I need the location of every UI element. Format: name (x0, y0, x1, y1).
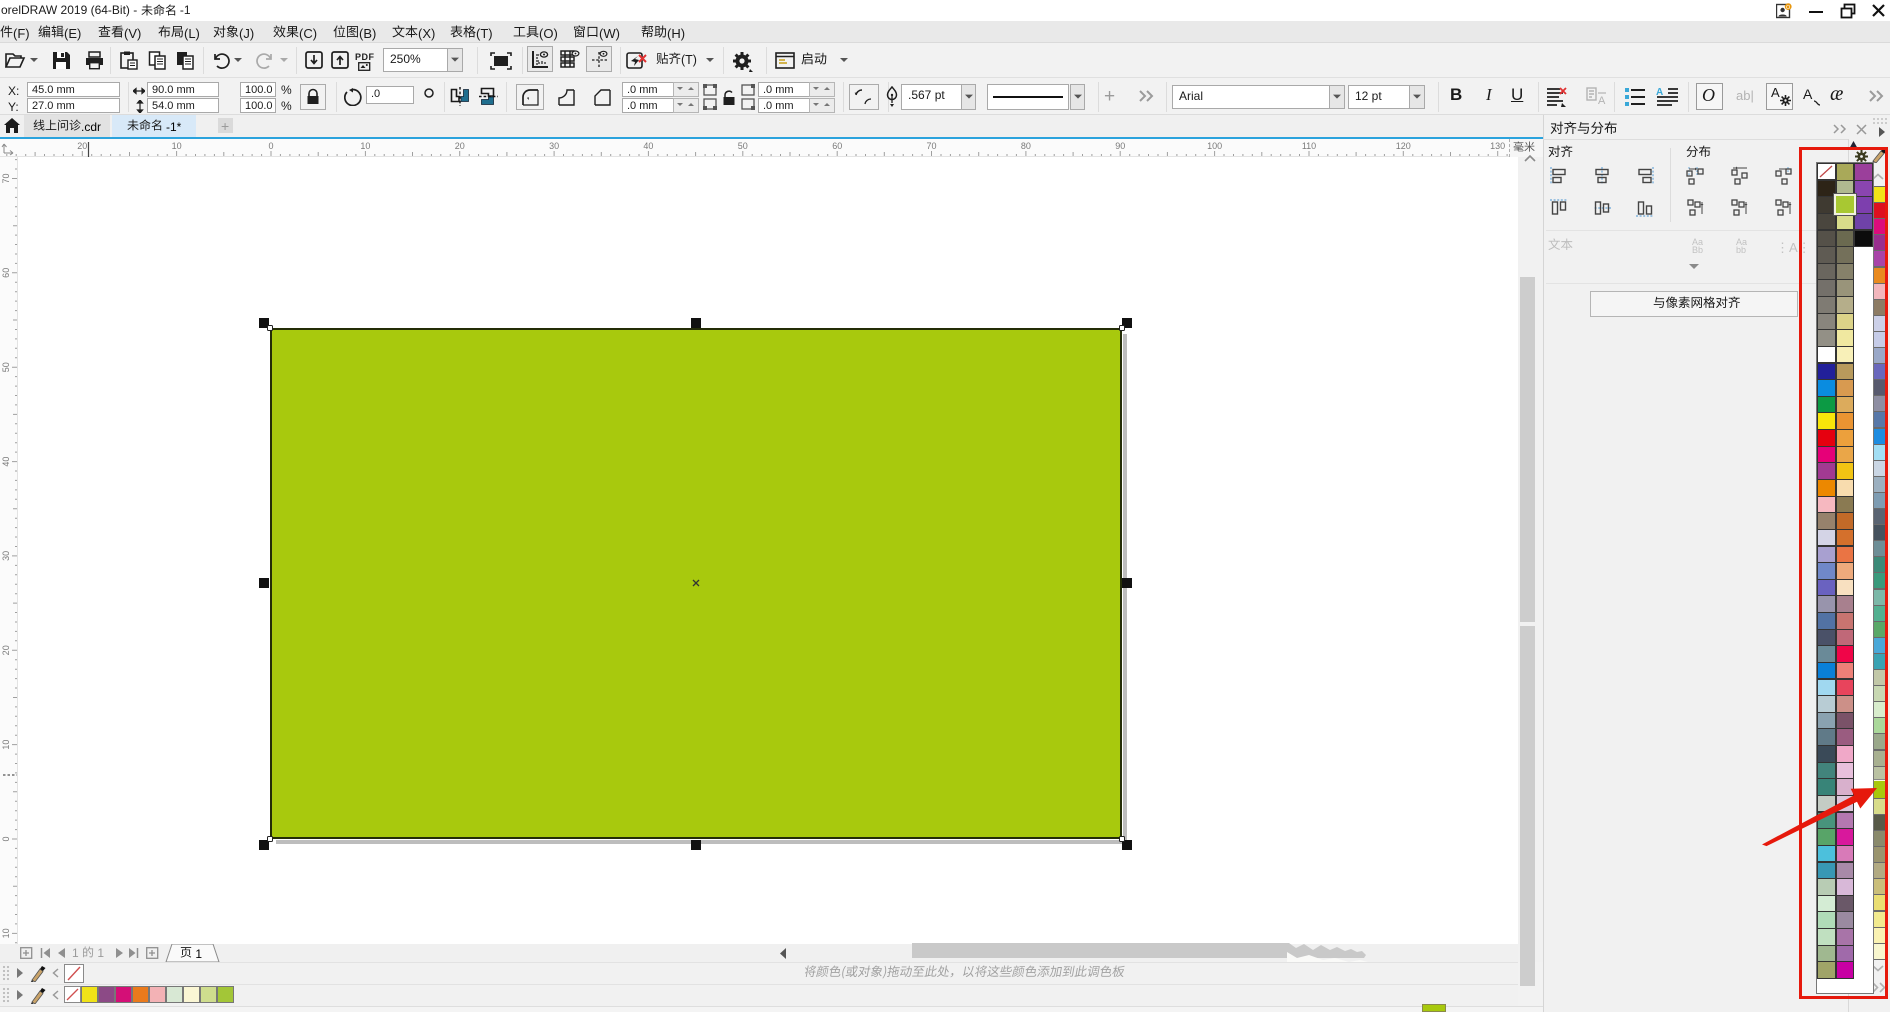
svg-text:A: A (1598, 95, 1606, 107)
svg-text:60: 60 (1, 268, 11, 278)
svg-text:0: 0 (268, 141, 273, 151)
svg-text:30: 30 (1, 551, 11, 561)
svg-text:60: 60 (832, 141, 842, 151)
svg-text:130: 130 (1490, 141, 1505, 151)
svg-text:50: 50 (1, 362, 11, 372)
svg-text:10: 10 (1, 740, 11, 750)
svg-text:40: 40 (1, 457, 11, 467)
svg-text:80: 80 (1021, 141, 1031, 151)
svg-text:A: A (1656, 87, 1663, 98)
svg-text:O: O (1786, 5, 1791, 11)
svg-text:90: 90 (1115, 141, 1125, 151)
svg-text:10: 10 (1, 928, 11, 938)
svg-text:70: 70 (1, 173, 11, 183)
svg-text:20: 20 (77, 141, 87, 151)
svg-text:30: 30 (549, 141, 559, 151)
svg-text:10: 10 (172, 141, 182, 151)
svg-text:110: 110 (1302, 141, 1316, 151)
svg-text:20: 20 (1, 645, 11, 655)
svg-text:10: 10 (360, 141, 370, 151)
svg-text:40: 40 (643, 141, 653, 151)
svg-text:50: 50 (738, 141, 748, 151)
svg-text:20: 20 (455, 141, 465, 151)
svg-text:100: 100 (1207, 141, 1222, 151)
svg-text:70: 70 (926, 141, 936, 151)
svg-text:0: 0 (1, 836, 11, 841)
svg-text:120: 120 (1396, 141, 1411, 151)
